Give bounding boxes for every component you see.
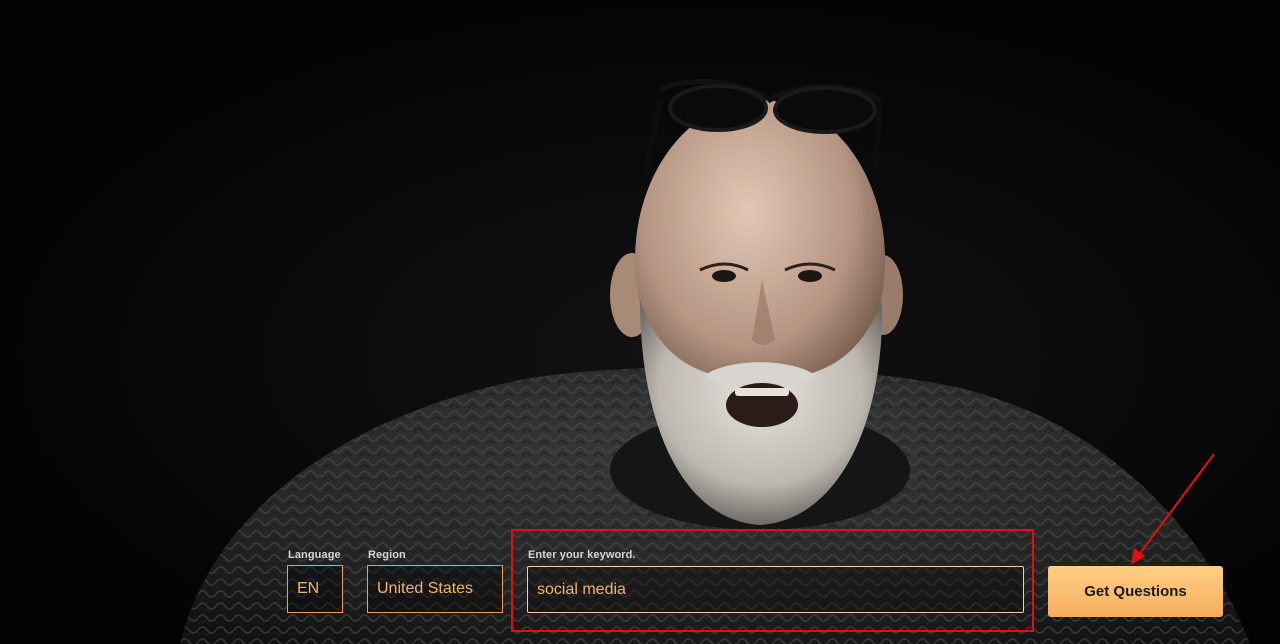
- region-select[interactable]: United States: [367, 565, 503, 613]
- region-label: Region: [368, 549, 406, 561]
- hero-portrait-image: [0, 0, 1280, 644]
- language-label: Language: [288, 549, 341, 561]
- keyword-input[interactable]: [527, 566, 1024, 613]
- keyword-label: Enter your keyword.: [528, 549, 636, 561]
- language-select[interactable]: EN: [287, 565, 343, 613]
- hero-stage: Language EN Region United States Enter y…: [0, 0, 1280, 644]
- get-questions-button[interactable]: Get Questions: [1048, 566, 1223, 617]
